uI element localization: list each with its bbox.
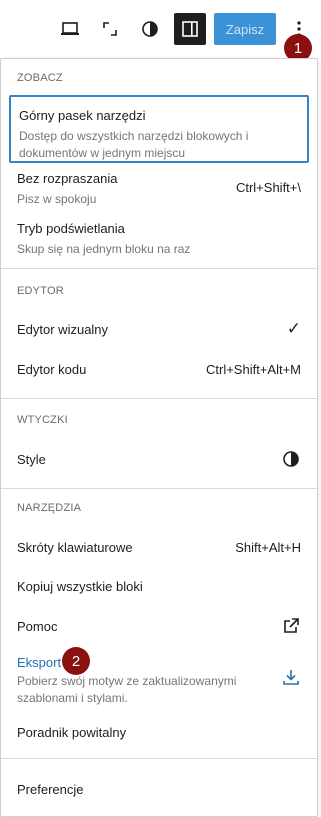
menu-item-label: Edytor kodu — [17, 362, 87, 377]
menu-item-label: Poradnik powitalny — [17, 725, 127, 740]
menu-item-keyboard-shortcuts[interactable]: Skróty klawiaturowe Shift+Alt+H — [9, 534, 309, 562]
menu-divider — [1, 488, 317, 489]
contrast-icon — [281, 449, 301, 469]
menu-item-shortcut: Shift+Alt+H — [235, 540, 301, 555]
menu-item-description: Pobierz swój motyw ze zaktualizowanymi s… — [17, 674, 237, 705]
menu-item-description: Dostęp do wszystkich narzędzi blokowych … — [19, 129, 249, 160]
check-icon: ✓ — [286, 319, 301, 338]
menu-item-label: Bez rozpraszania — [17, 171, 118, 186]
menu-item-label: Style — [17, 452, 46, 467]
section-title-tools: NARZĘDZIA — [17, 502, 82, 514]
menu-item-label: Eksport — [17, 655, 62, 670]
menu-item-help[interactable]: Pomoc — [9, 613, 309, 641]
menu-divider — [1, 758, 317, 759]
menu-item-description: Pisz w spokoju — [17, 192, 97, 206]
menu-item-label: Tryb podświetlania — [17, 221, 125, 236]
menu-item-style[interactable]: Style — [9, 445, 309, 473]
menu-item-shortcut: Ctrl+Shift+Alt+M — [205, 362, 301, 377]
section-title-view: ZOBACZ — [17, 72, 63, 84]
menu-item-label: Preferencje — [17, 782, 84, 797]
menu-item-preferences[interactable]: Preferencje — [9, 775, 309, 803]
download-icon — [281, 667, 301, 687]
menu-item-description: Skup się na jednym bloku na raz — [17, 242, 191, 256]
external-link-icon — [281, 616, 301, 636]
section-title-editor: EDYTOR — [17, 285, 64, 297]
menu-item-copy-all-blocks[interactable]: Kopiuj wszystkie bloki — [9, 573, 309, 601]
preview-device-button[interactable] — [54, 13, 86, 45]
menu-item-label: Kopiuj wszystkie bloki — [17, 579, 143, 594]
menu-item-welcome-guide[interactable]: Poradnik powitalny — [9, 719, 309, 747]
menu-item-shortcut: Ctrl+Shift+\ — [235, 180, 301, 195]
styles-button[interactable] — [134, 13, 166, 45]
step-badge-2: 2 — [62, 647, 90, 675]
menu-item-spotlight-mode[interactable]: Tryb podświetlania Skup się na jednym bl… — [9, 217, 309, 261]
menu-item-label: Edytor wizualny — [17, 322, 109, 337]
settings-sidebar-button[interactable] — [174, 13, 206, 45]
menu-divider — [1, 398, 317, 399]
sidebar-icon — [182, 21, 198, 37]
laptop-icon — [61, 22, 79, 35]
menu-item-distraction-free[interactable]: Bez rozpraszania Pisz w spokoju Ctrl+Shi… — [9, 167, 309, 211]
menu-item-label: Górny pasek narzędzi — [19, 108, 146, 123]
menu-item-top-toolbar[interactable]: Górny pasek narzędzi Dostęp do wszystkic… — [9, 95, 309, 163]
contrast-icon — [142, 21, 158, 37]
menu-item-code-editor[interactable]: Edytor kodu Ctrl+Shift+Alt+M — [9, 356, 309, 384]
save-button[interactable]: Zapisz — [214, 13, 276, 45]
editor-toolbar: Zapisz 1 — [0, 0, 321, 62]
section-title-plugins: WTYCZKI — [17, 414, 68, 426]
menu-divider — [1, 268, 317, 269]
fullscreen-button[interactable] — [94, 13, 126, 45]
menu-item-label: Pomoc — [17, 619, 58, 634]
menu-item-label: Skróty klawiaturowe — [17, 540, 133, 555]
menu-item-visual-editor[interactable]: Edytor wizualny ✓ — [9, 315, 309, 343]
fullscreen-icon — [103, 22, 117, 36]
options-menu: ZOBACZ Górny pasek narzędzi Dostęp do ws… — [0, 58, 318, 817]
menu-item-export[interactable]: Eksport Pobierz swój motyw ze zaktualizo… — [9, 649, 309, 709]
